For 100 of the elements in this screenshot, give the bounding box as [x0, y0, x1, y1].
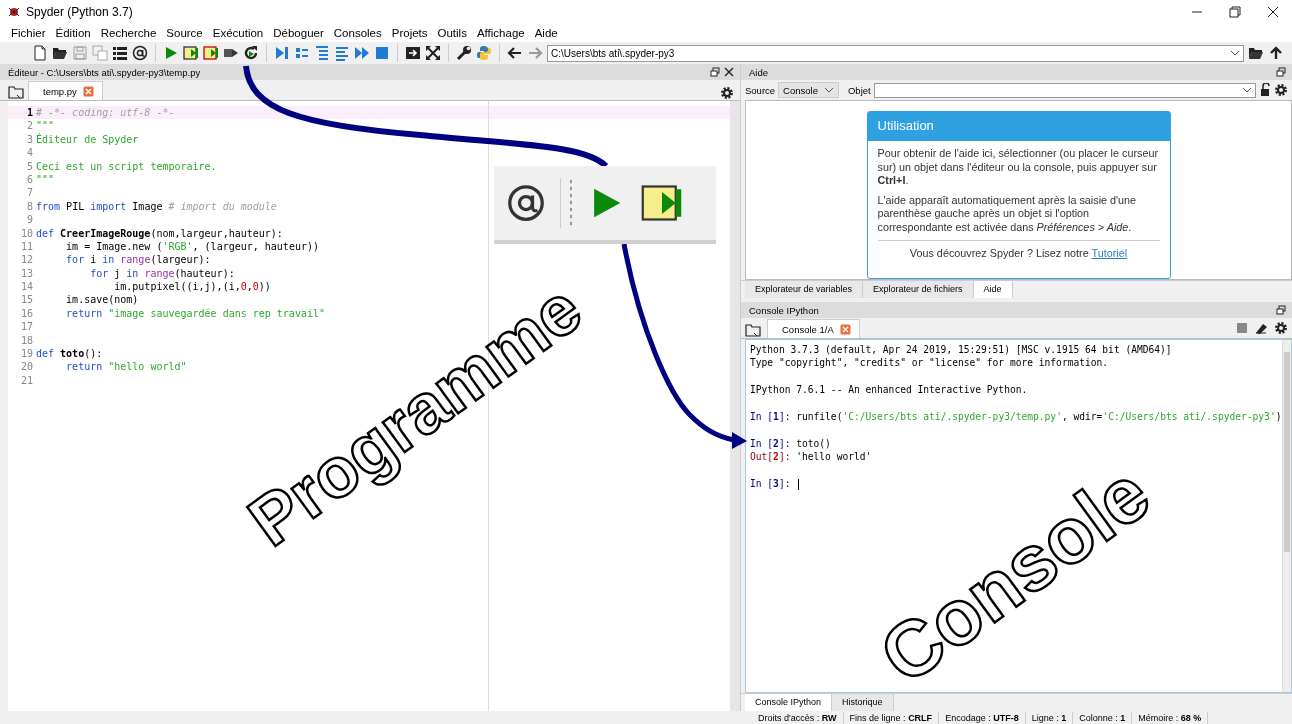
pane-tab[interactable]: Explorateur de fichiers — [863, 281, 974, 298]
run-cell-icon[interactable] — [183, 45, 199, 61]
close-icon[interactable] — [1266, 5, 1280, 19]
folder-tab-icon[interactable] — [8, 84, 24, 100]
run-icon[interactable] — [163, 45, 179, 61]
open-folder-icon[interactable] — [52, 45, 68, 61]
settings-icon[interactable] — [1274, 321, 1288, 335]
line-number: 3 — [25, 132, 33, 147]
line-number: 4 — [25, 146, 33, 160]
line-number: 8 — [25, 199, 33, 214]
code-text: def CreerImageRouge(nom,largeur,hauteur): — [36, 226, 283, 240]
settings-icon[interactable] — [1274, 83, 1288, 97]
list-icon[interactable] — [112, 45, 128, 61]
line-number: 19 — [19, 347, 33, 361]
console-line: In [2]: toto() — [750, 437, 831, 449]
code-text: im.putpixel((i,j),(i,0,0)) — [113, 280, 271, 294]
menu-item[interactable]: Recherche — [95, 27, 162, 39]
file-tab[interactable]: temp.py — [28, 81, 103, 100]
continue-icon[interactable] — [354, 45, 370, 61]
back-arrow-icon[interactable] — [507, 45, 523, 61]
menu-item[interactable]: Exécution — [207, 27, 269, 39]
step-return-icon[interactable] — [334, 45, 350, 61]
help-paragraph: Pour obtenir de l'aide ici, sélectionner (ou placer le curseur sur) un objet dans l'éditeur ou la console, puis appuyer sur Ctrl+I. — [877, 147, 1160, 188]
status-item: Encodage : UTF-8 — [939, 711, 1026, 724]
status-item: Colonne : 1 — [1073, 711, 1133, 724]
pane-title: Aide — [749, 66, 769, 78]
restore-icon[interactable] — [1228, 5, 1242, 19]
line-number: 12 — [19, 253, 33, 267]
code-text: # -*- coding: utf-8 -*- — [36, 106, 175, 120]
code-text: def toto(): — [36, 347, 103, 361]
line-number: 17 — [19, 320, 33, 334]
menu-item[interactable]: Fichier — [6, 27, 51, 39]
fullscreen-icon[interactable] — [425, 45, 441, 61]
dropdown-caret-icon[interactable] — [823, 86, 834, 94]
run-cell-advance-icon[interactable] — [203, 45, 219, 61]
line-number: 16 — [19, 306, 33, 321]
pane-icon[interactable] — [405, 45, 421, 61]
line-number: 9 — [25, 213, 33, 227]
debug-icon[interactable] — [274, 45, 290, 61]
dropdown-caret-icon[interactable] — [1230, 49, 1240, 57]
settings-icon[interactable] — [720, 86, 734, 100]
line-number: 14 — [19, 280, 33, 294]
console-tab[interactable]: Console 1/A — [767, 319, 860, 338]
status-item: Mémoire : 68 % — [1132, 711, 1209, 724]
code-text: for i in range(largeur): — [65, 253, 211, 267]
stop-icon[interactable] — [374, 45, 390, 61]
new-file-icon[interactable] — [32, 45, 48, 61]
pane-tab[interactable]: Aide — [973, 281, 1013, 298]
pane-tab[interactable]: Historique — [832, 694, 894, 711]
menu-item[interactable]: Outils — [432, 27, 472, 39]
dropdown-caret-icon[interactable] — [1242, 86, 1252, 94]
undock-icon[interactable] — [1276, 305, 1286, 315]
line-number: 20 — [19, 360, 33, 374]
step-into-icon[interactable] — [314, 45, 330, 61]
pane-tab[interactable]: Console IPython — [745, 694, 833, 711]
line-number: 5 — [25, 159, 33, 173]
eraser-icon[interactable] — [1254, 322, 1268, 334]
menu-item[interactable]: Affichage — [471, 27, 530, 39]
menu-item[interactable]: Déboguer — [268, 27, 329, 39]
line-number: 15 — [19, 293, 33, 307]
at-sign-icon[interactable] — [132, 45, 148, 61]
open-folder-icon[interactable] — [1248, 45, 1264, 61]
help-paragraph: L'aide apparaît automatiquement après la saisie d'une parenthèse gauche après un objet si l'option correspondante est activée dans Préférences > Aide. — [877, 193, 1138, 234]
line-number: 21 — [19, 373, 33, 388]
source-label: Source — [745, 84, 776, 96]
code-text: for j in range(hauteur): — [89, 266, 235, 281]
at-sign-icon — [506, 183, 546, 223]
spider-logo-icon — [8, 6, 20, 18]
code-text: from PIL import Image # import du module — [36, 199, 277, 214]
undock-icon[interactable] — [710, 67, 720, 77]
menu-item[interactable]: Source — [161, 27, 208, 39]
menu-item[interactable]: Aide — [529, 27, 563, 39]
undock-icon[interactable] — [1276, 67, 1286, 77]
window-title: Spyder (Python 3.7) — [26, 5, 134, 19]
stop-square-icon[interactable] — [1236, 322, 1248, 334]
card-title: Utilisation — [867, 112, 1170, 141]
status-item: Droits d'accès : RW — [752, 711, 844, 724]
menu-item[interactable]: Édition — [50, 27, 96, 39]
menu-item[interactable]: Projets — [386, 27, 433, 39]
close-icon[interactable] — [724, 67, 734, 77]
menu-item[interactable]: Consoles — [328, 27, 387, 39]
line-number: 11 — [19, 239, 33, 254]
up-arrow-icon[interactable] — [1268, 45, 1284, 61]
console-line: In [3]: — [750, 478, 792, 489]
wrench-icon[interactable] — [456, 45, 472, 61]
lock-icon[interactable] — [1259, 83, 1271, 97]
path-combobox[interactable]: C:\Users\bts ati\.spyder-py3 — [547, 44, 1244, 62]
line-number: 7 — [25, 186, 33, 200]
source-dropdown[interactable]: Console — [778, 82, 839, 98]
folder-tab-icon[interactable] — [745, 322, 761, 338]
line-number: 2 — [25, 119, 33, 133]
step-icon[interactable] — [294, 45, 310, 61]
pane-tab[interactable]: Explorateur de variables — [745, 281, 864, 298]
object-label: Objet — [847, 84, 871, 96]
python-logo-icon[interactable] — [476, 45, 492, 61]
tutorial-link[interactable]: Tutoriel — [1091, 247, 1128, 259]
rerun-icon[interactable] — [243, 45, 259, 61]
code-text: Ceci est un script temporaire. — [36, 159, 217, 173]
code-text: return "hello world" — [65, 360, 187, 374]
pane-title: Console IPython — [749, 304, 820, 316]
